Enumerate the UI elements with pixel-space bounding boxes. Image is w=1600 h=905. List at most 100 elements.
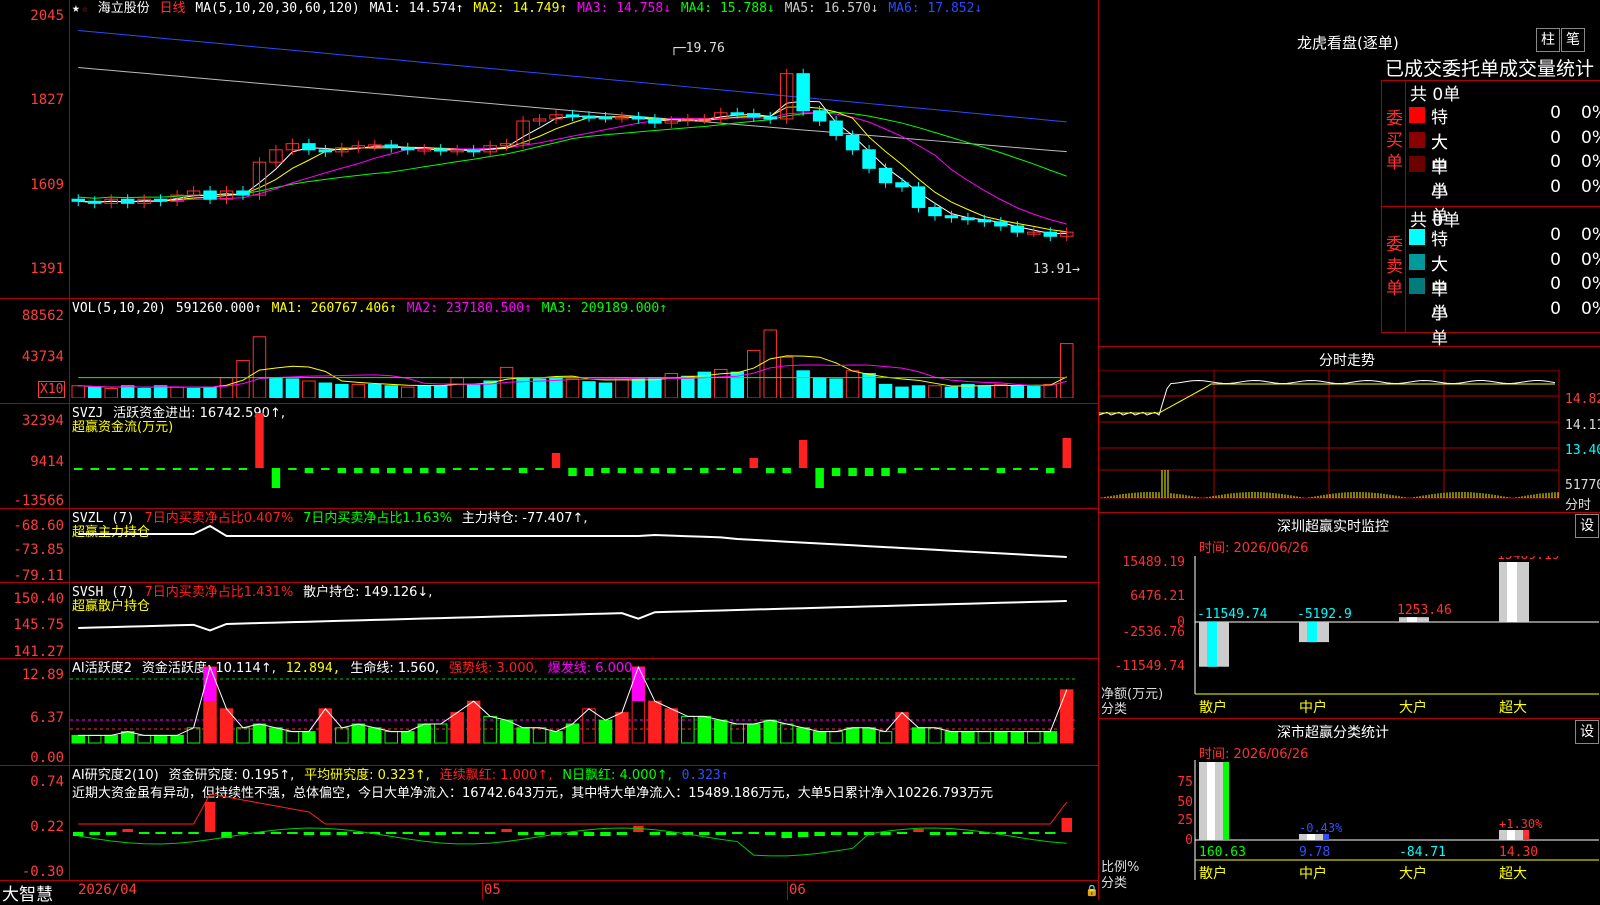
research-bar bbox=[616, 832, 628, 835]
classify-chart[interactable]: 75 50 25 0 160.63 散户 -0.43% 9.78 中户 -84.71 大户 +1.30… bbox=[1099, 760, 1600, 900]
research-chart[interactable] bbox=[70, 766, 1098, 880]
volume-bar bbox=[895, 386, 909, 398]
volume-bar bbox=[977, 385, 992, 398]
volume-bar bbox=[582, 381, 596, 398]
classify-bar-highlight bbox=[1507, 830, 1515, 840]
volume-bar bbox=[1010, 385, 1025, 398]
candle-body bbox=[911, 186, 926, 208]
panel-separator bbox=[0, 298, 1098, 299]
panel-separator bbox=[0, 880, 1098, 881]
candle-body bbox=[746, 113, 761, 118]
flow-bar bbox=[238, 468, 248, 470]
flow-bar bbox=[189, 468, 198, 470]
volume-bar bbox=[1043, 383, 1058, 398]
flow-bar bbox=[255, 413, 264, 468]
volume-bar bbox=[829, 378, 843, 398]
activity-bar bbox=[236, 727, 250, 744]
flow-bar bbox=[337, 468, 347, 473]
vol-label: VOL(5,10,20) bbox=[72, 301, 166, 316]
classify-bar-accent bbox=[1223, 762, 1229, 840]
research-bar bbox=[270, 832, 282, 834]
sell-side-label: 委卖单 bbox=[1386, 235, 1403, 299]
monitor-settings-button[interactable]: 设 bbox=[1575, 514, 1599, 538]
volume-bar bbox=[598, 382, 613, 398]
buy-side-label: 委买单 bbox=[1386, 109, 1403, 173]
activity-bar bbox=[796, 727, 810, 744]
volume-bar bbox=[219, 377, 234, 398]
classify-value-label: 160.63 bbox=[1199, 845, 1246, 860]
research-bar bbox=[583, 832, 595, 836]
flow-bar bbox=[205, 468, 215, 470]
flow-bar bbox=[485, 468, 495, 470]
tick-toggle-button[interactable]: 笔 bbox=[1561, 28, 1585, 52]
research-bar bbox=[929, 832, 941, 835]
capital-flow-chart[interactable] bbox=[70, 404, 1098, 508]
ai1-axis-label: 6.37 bbox=[30, 710, 64, 726]
activity-bar bbox=[1043, 731, 1058, 744]
research-bar bbox=[484, 832, 496, 834]
vol-value: 591260.000↑ bbox=[175, 301, 262, 316]
order-percent: 0% bbox=[1581, 152, 1600, 172]
intraday-chart[interactable] bbox=[1099, 370, 1600, 510]
monitor-category-label: 中户 bbox=[1299, 699, 1327, 716]
activity-bar bbox=[252, 723, 267, 744]
research-bar bbox=[946, 832, 957, 835]
flow-bar bbox=[1046, 468, 1055, 473]
candle-body bbox=[1043, 231, 1058, 237]
main-axis-label: 1391 bbox=[30, 261, 64, 277]
intraday-price-line bbox=[1099, 379, 1556, 416]
low-annotation: 13.91→ bbox=[1033, 262, 1080, 277]
right-panel: 龙虎看盘(逐单) 柱 笔 已成交委托单成交量统计 委买单 委卖单 共 0单 共 … bbox=[1099, 0, 1600, 900]
ma2-line bbox=[78, 106, 1067, 233]
flow-bar bbox=[650, 468, 660, 473]
buy-total: 共 0单 bbox=[1410, 85, 1461, 105]
main-holding-chart[interactable] bbox=[70, 509, 1098, 582]
order-count: 0 bbox=[1550, 152, 1561, 172]
volume-bar bbox=[796, 370, 810, 398]
monitor-bar-highlight bbox=[1307, 622, 1317, 643]
research-bar bbox=[303, 832, 315, 835]
order-percent: 0% bbox=[1581, 298, 1600, 319]
monitor-chart[interactable]: 15489.196476.210-2536.76-11549.74-11549.… bbox=[1099, 556, 1600, 716]
activity-bar bbox=[351, 723, 366, 744]
classify-axis-label: 0 bbox=[1185, 833, 1193, 848]
volume-bar bbox=[137, 387, 151, 398]
monitor-value-label: -5192.9 bbox=[1297, 607, 1352, 622]
classify-settings-button[interactable]: 设 bbox=[1575, 720, 1599, 744]
candlestick-chart[interactable] bbox=[70, 14, 1098, 298]
activity-bar bbox=[615, 712, 629, 744]
monitor-title: 深圳超赢实时监控 bbox=[1277, 519, 1389, 535]
x-tick bbox=[787, 880, 788, 900]
volume-bar bbox=[417, 385, 431, 398]
monitor-axis-label: 6476.21 bbox=[1130, 589, 1185, 604]
bar-toggle-button[interactable]: 柱 bbox=[1536, 28, 1560, 52]
candle-body bbox=[153, 198, 168, 202]
research-bar bbox=[386, 832, 397, 834]
main-axis-label: 2045 bbox=[30, 8, 64, 24]
flow-bar bbox=[106, 468, 116, 470]
volume-chart[interactable] bbox=[70, 318, 1098, 398]
retail-holding-chart[interactable] bbox=[70, 583, 1098, 658]
chart-area[interactable]: ★ ☆ 海立股份 日线 MA(5,10,20,30,60,120) MA1: 14… bbox=[0, 0, 1099, 905]
candle-body bbox=[994, 221, 1008, 227]
research-bar bbox=[89, 832, 100, 835]
classify-value-label: -84.71 bbox=[1399, 845, 1446, 860]
monitor-axis-label: -2536.76 bbox=[1122, 625, 1185, 640]
research-bar bbox=[748, 832, 759, 834]
order-stats-header: 已成交委托单成交量统计 bbox=[1385, 58, 1595, 80]
research-bar bbox=[287, 832, 298, 834]
volume-bar bbox=[631, 378, 646, 398]
activity-bar bbox=[120, 731, 135, 744]
activity-bar bbox=[862, 727, 876, 744]
brand-label[interactable]: 大智慧 bbox=[2, 880, 53, 905]
research-bar bbox=[814, 832, 825, 836]
order-count: 0 bbox=[1550, 274, 1561, 294]
research-red-line bbox=[78, 793, 1068, 825]
activity-chart[interactable] bbox=[70, 659, 1098, 765]
lock-icon[interactable]: 🔒 bbox=[1085, 884, 1099, 897]
research-bar bbox=[320, 832, 331, 835]
flow-bar bbox=[74, 468, 83, 470]
ai1-axis-label: 0.00 bbox=[30, 750, 64, 766]
ai1-axis-label: 12.89 bbox=[21, 667, 64, 683]
main-axis-label: 1827 bbox=[30, 92, 64, 108]
